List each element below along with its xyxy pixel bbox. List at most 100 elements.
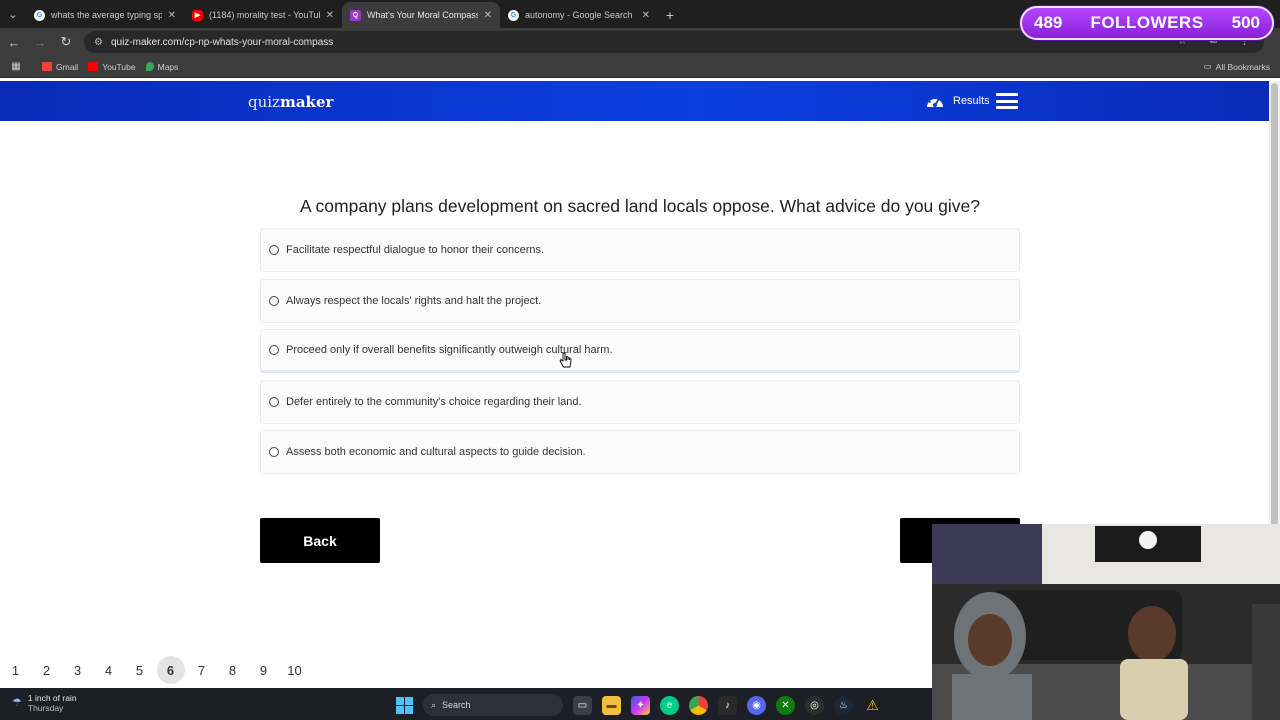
close-icon[interactable]: ✕ xyxy=(642,10,650,21)
weather-widget[interactable]: ☂ 1 inch of rain Thursday xyxy=(12,693,77,713)
question-text: A company plans development on sacred la… xyxy=(299,196,980,216)
bookmark-youtube[interactable]: YouTube xyxy=(88,61,136,72)
folder-icon: ▭ xyxy=(1203,61,1212,71)
tab-0[interactable]: G whats the average typing spee ✕ xyxy=(26,2,184,28)
tab-title: What's Your Moral Compass? T xyxy=(367,10,478,20)
page-number[interactable]: 9 xyxy=(248,656,279,684)
answer-option-1[interactable]: Facilitate respectful dialogue to honor … xyxy=(260,228,1020,272)
reload-icon[interactable]: ↻ xyxy=(54,30,78,54)
weather-sub: Thursday xyxy=(27,703,64,713)
bookmarks-bar: ▦ Gmail YouTube Maps ▭ All Bookmarks xyxy=(0,56,1280,78)
page-number[interactable]: 7 xyxy=(186,656,217,684)
xbox-icon[interactable]: ✕ xyxy=(776,695,795,715)
rain-cloud-icon: ☂ xyxy=(12,697,22,709)
task-view-icon[interactable]: ▭ xyxy=(573,695,592,715)
taskbar-search-label: Search xyxy=(442,700,471,710)
site-info-icon[interactable]: ⚙ xyxy=(94,37,103,48)
quizmaker-icon: Q xyxy=(350,9,361,21)
answer-option-3[interactable]: Proceed only if overall benefits signifi… xyxy=(260,329,1020,373)
hamburger-menu-icon[interactable] xyxy=(996,93,1018,109)
taskbar-search[interactable]: ⌕ Search xyxy=(423,694,563,716)
answer-label: Always respect the locals' rights and ha… xyxy=(286,295,542,307)
page-number[interactable]: 8 xyxy=(217,656,248,684)
hand-cursor-icon xyxy=(559,352,572,368)
tab-title: whats the average typing spee xyxy=(51,10,162,20)
windows-taskbar: ☂ 1 inch of rain Thursday ⌕ Search ▭ ▬ ✦… xyxy=(0,688,932,720)
bookmark-label: Maps xyxy=(157,61,179,72)
app-icon[interactable]: ♪ xyxy=(718,695,737,715)
tab-2[interactable]: Q What's Your Moral Compass? T ✕ xyxy=(342,2,500,28)
file-explorer-icon[interactable]: ▬ xyxy=(602,695,621,715)
gmail-icon xyxy=(42,62,52,71)
radio-button[interactable] xyxy=(269,397,279,407)
bookmark-label: YouTube xyxy=(102,61,136,72)
youtube-icon xyxy=(88,62,99,71)
followers-goal: 500 xyxy=(1231,13,1260,32)
answer-option-5[interactable]: Assess both economic and cultural aspect… xyxy=(260,430,1020,474)
quizmaker-logo[interactable]: quizmaker xyxy=(248,93,333,111)
youtube-icon: ▶ xyxy=(192,9,203,21)
screen: ⌄ G whats the average typing spee ✕ ▶ (1… xyxy=(0,0,1280,720)
new-tab-button[interactable]: + xyxy=(658,2,682,28)
webcam-scene xyxy=(932,524,1280,720)
windows-start-icon[interactable] xyxy=(396,696,413,714)
discord-icon[interactable]: ◉ xyxy=(747,695,766,715)
results-link[interactable]: Results xyxy=(925,92,990,110)
logo-light: quiz xyxy=(248,93,280,111)
followers-current: 489 xyxy=(1034,13,1063,32)
page-number[interactable]: 4 xyxy=(93,656,124,684)
gauge-icon xyxy=(927,96,943,107)
answer-label: Assess both economic and cultural aspect… xyxy=(286,446,586,458)
page-number[interactable]: 3 xyxy=(62,656,93,684)
page-number[interactable]: 1 xyxy=(0,656,31,684)
weather-main: 1 inch of rain xyxy=(27,693,77,703)
answer-option-2[interactable]: Always respect the locals' rights and ha… xyxy=(260,279,1020,323)
steam-icon[interactable]: ♨ xyxy=(834,695,853,715)
page-number[interactable]: 10 xyxy=(279,656,310,684)
edge-icon[interactable]: e xyxy=(660,695,679,715)
bookmark-gmail[interactable]: Gmail xyxy=(42,62,78,72)
bookmark-label: Gmail xyxy=(56,61,79,72)
chrome-icon[interactable] xyxy=(689,695,708,715)
page-number[interactable]: 5 xyxy=(124,656,155,684)
url-text: quiz-maker.com/cp-np-whats-your-moral-co… xyxy=(110,36,334,48)
tab-1[interactable]: ▶ (1184) morality test - YouTube ✕ xyxy=(184,2,342,28)
all-bookmarks-label: All Bookmarks xyxy=(1215,61,1270,72)
back-arrow-icon[interactable]: ← xyxy=(2,30,26,54)
question-pagination: 1 2 3 4 5 6 7 8 9 10 xyxy=(0,656,310,684)
copilot-icon[interactable]: ✦ xyxy=(631,695,650,715)
site-header: quizmaker Results xyxy=(0,81,1269,121)
google-icon: G xyxy=(508,9,519,21)
google-icon: G xyxy=(34,9,45,21)
warning-icon[interactable]: ⚠ xyxy=(863,696,882,715)
tab-title: autonomy - Google Search xyxy=(525,10,633,20)
back-button[interactable]: Back xyxy=(260,518,380,563)
close-icon[interactable]: ✕ xyxy=(168,10,176,21)
maps-icon xyxy=(145,62,154,71)
close-icon[interactable]: ✕ xyxy=(326,10,334,21)
search-icon: ⌕ xyxy=(431,699,437,710)
close-icon[interactable]: ✕ xyxy=(484,10,492,21)
answer-option-4[interactable]: Defer entirely to the community's choice… xyxy=(260,380,1020,424)
answer-label: Defer entirely to the community's choice… xyxy=(286,396,582,408)
radio-button[interactable] xyxy=(269,245,279,255)
results-label: Results xyxy=(953,95,990,107)
all-bookmarks[interactable]: ▭ All Bookmarks xyxy=(1204,61,1270,72)
apps-grid-icon[interactable]: ▦ xyxy=(0,61,32,72)
radio-button[interactable] xyxy=(269,296,279,306)
radio-button[interactable] xyxy=(269,447,279,457)
forward-arrow-icon[interactable]: → xyxy=(28,30,52,54)
bookmark-maps[interactable]: Maps xyxy=(145,61,179,72)
logo-bold: maker xyxy=(279,93,334,111)
obs-icon[interactable]: ◎ xyxy=(805,695,824,715)
followers-label: FOLLOWERS xyxy=(1090,13,1204,32)
tab-title: (1184) morality test - YouTube xyxy=(209,10,320,20)
page-number[interactable]: 2 xyxy=(31,656,62,684)
followers-goal-overlay: 489 FOLLOWERS 500 xyxy=(1020,6,1274,40)
radio-button[interactable] xyxy=(269,345,279,355)
tab-3[interactable]: G autonomy - Google Search ✕ xyxy=(500,2,658,28)
webcam-overlay xyxy=(932,524,1280,720)
answer-label: Facilitate respectful dialogue to honor … xyxy=(286,244,545,256)
page-number-current[interactable]: 6 xyxy=(156,656,185,684)
tab-search-icon[interactable]: ⌄ xyxy=(0,0,26,28)
